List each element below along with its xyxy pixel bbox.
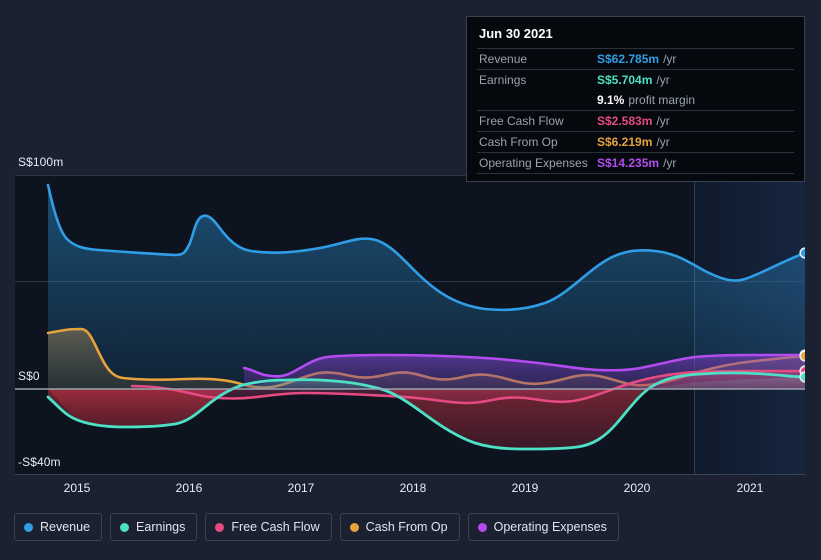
tooltip-bottom-rule	[477, 173, 794, 175]
tooltip-unit-earnings: /yr	[656, 73, 670, 87]
endpoint-cash-from-op	[799, 350, 805, 362]
endpoint-revenue	[799, 247, 805, 259]
legend-item-free-cash-flow[interactable]: Free Cash Flow	[205, 513, 332, 541]
x-axis-label-2020: 2020	[623, 481, 651, 495]
tooltip-value-operating-expenses: S$14.235m	[597, 156, 660, 170]
legend-item-cash-from-op[interactable]: Cash From Op	[339, 513, 460, 541]
chart-legend: Revenue Earnings Free Cash Flow Cash Fro…	[14, 513, 619, 541]
legend-label-earnings: Earnings	[136, 520, 186, 534]
chart-plot-area[interactable]	[15, 175, 805, 475]
tooltip-row-revenue: Revenue S$62.785m /yr	[477, 48, 794, 69]
tooltip-text-profit-margin: profit margin	[628, 93, 696, 107]
tooltip-label-earnings: Earnings	[479, 73, 527, 87]
tooltip-label-free-cash-flow: Free Cash Flow	[479, 114, 564, 128]
y-axis-label-100m: S$100m	[18, 155, 64, 169]
tooltip-label-cash-from-op: Cash From Op	[479, 135, 558, 149]
x-axis-label-2017: 2017	[287, 481, 315, 495]
legend-label-revenue: Revenue	[40, 520, 91, 534]
x-axis-label-2015: 2015	[63, 481, 91, 495]
x-axis-label-2016: 2016	[175, 481, 203, 495]
tooltip-label-revenue: Revenue	[479, 52, 528, 66]
tooltip-row-operating-expenses: Operating Expenses S$14.235m /yr	[477, 152, 794, 173]
endpoint-earnings	[799, 371, 805, 383]
y-axis-label-minus40m: -S$40m	[18, 455, 61, 469]
tooltip-value-revenue: S$62.785m	[597, 52, 660, 66]
tooltip-value-profit-margin: 9.1%	[597, 93, 625, 107]
chart-svg	[15, 175, 805, 475]
tooltip-value-earnings: S$5.704m	[597, 73, 653, 87]
data-tooltip: Jun 30 2021 Revenue S$62.785m /yr Earnin…	[466, 16, 805, 182]
legend-item-revenue[interactable]: Revenue	[14, 513, 103, 541]
x-axis-label-2018: 2018	[399, 481, 427, 495]
tooltip-unit-cash-from-op: /yr	[656, 135, 670, 149]
legend-item-earnings[interactable]: Earnings	[110, 513, 198, 541]
tooltip-unit-revenue: /yr	[663, 52, 677, 66]
legend-label-operating-expenses: Operating Expenses	[493, 520, 607, 534]
legend-dot-cash-from-op	[349, 522, 359, 532]
chart-page: S$100m S$0 -S$40m 2015 2016 2017 2018 20…	[0, 0, 821, 560]
tooltip-label-operating-expenses: Operating Expenses	[479, 156, 588, 170]
y-axis-label-zero: S$0	[18, 369, 40, 383]
tooltip-value-free-cash-flow: S$2.583m	[597, 114, 653, 128]
tooltip-date: Jun 30 2021	[479, 26, 553, 41]
tooltip-value-cash-from-op: S$6.219m	[597, 135, 653, 149]
x-axis-label-2021: 2021	[736, 481, 764, 495]
tooltip-row-profit-margin: 9.1% profit margin	[477, 90, 794, 110]
tooltip-row-cash-from-op: Cash From Op S$6.219m /yr	[477, 131, 794, 152]
legend-dot-operating-expenses	[477, 522, 487, 532]
legend-dot-revenue	[24, 522, 33, 532]
tooltip-unit-free-cash-flow: /yr	[656, 114, 670, 128]
legend-dot-free-cash-flow	[215, 522, 225, 532]
legend-label-free-cash-flow: Free Cash Flow	[231, 520, 320, 534]
tooltip-unit-operating-expenses: /yr	[663, 156, 677, 170]
legend-label-cash-from-op: Cash From Op	[365, 520, 448, 534]
tooltip-row-earnings: Earnings S$5.704m /yr	[477, 69, 794, 90]
legend-item-operating-expenses[interactable]: Operating Expenses	[467, 513, 619, 541]
legend-dot-earnings	[120, 522, 130, 532]
x-axis-label-2019: 2019	[511, 481, 539, 495]
tooltip-row-free-cash-flow: Free Cash Flow S$2.583m /yr	[477, 110, 794, 131]
